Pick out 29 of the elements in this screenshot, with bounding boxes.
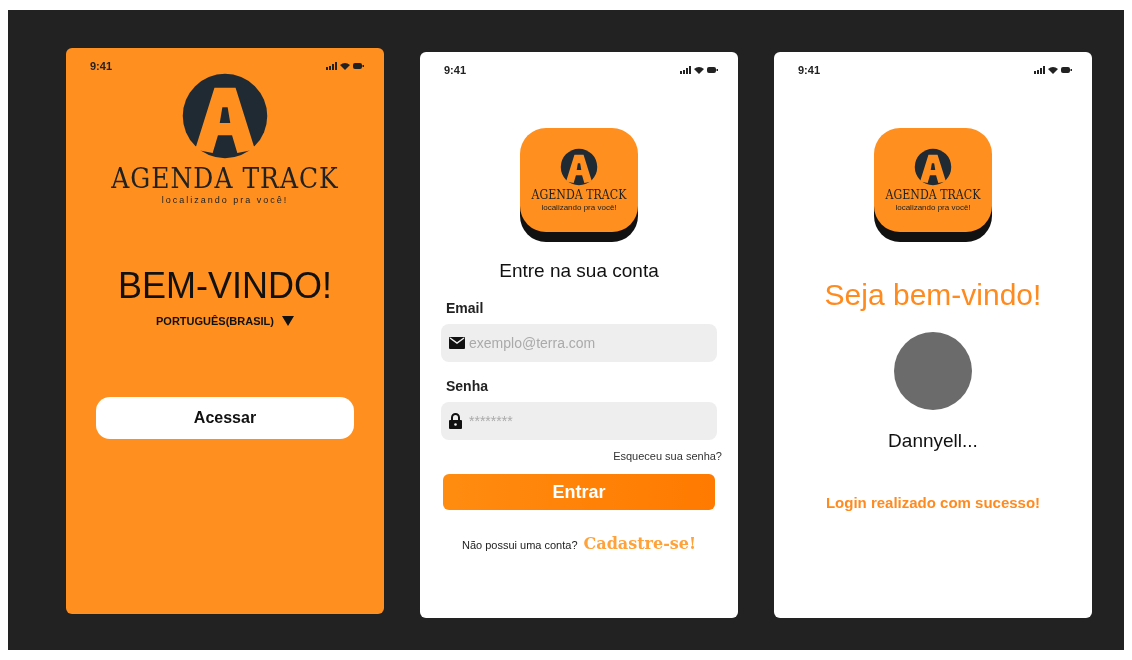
- welcome-heading: Seja bem-vindo!: [824, 278, 1042, 312]
- brand-tagline: localizando pra você!: [541, 203, 617, 212]
- status-icons: [680, 66, 718, 74]
- brand-name: AGENDA TRACK: [885, 187, 981, 202]
- letter-a-logo-icon: [914, 148, 952, 186]
- status-time: 9:41: [444, 64, 467, 76]
- status-icons: [326, 62, 364, 70]
- status-time: 9:41: [798, 64, 821, 76]
- welcome-heading: BEM-VINDO!: [118, 265, 332, 307]
- signup-prompt: Não possui uma conta?: [461, 539, 578, 551]
- language-selector[interactable]: PORTUGUÊS(BRASIL): [156, 315, 294, 327]
- letter-a-logo-icon: [560, 148, 598, 186]
- field-label: Email: [446, 300, 484, 316]
- status-time: 9:41: [90, 60, 113, 72]
- brand-tagline: localizando pra você!: [161, 195, 289, 205]
- success-message: Login realizado com sucesso!: [825, 494, 1041, 511]
- brand-tagline: localizando pra você!: [895, 203, 971, 212]
- login-heading: Entre na sua conta: [499, 260, 659, 282]
- letter-a-logo-icon: [181, 72, 269, 160]
- brand-name: AGENDA TRACK: [531, 187, 627, 202]
- brand-name: AGENDA TRACK: [111, 161, 339, 196]
- user-name: Dannyell...: [888, 430, 978, 452]
- forgot-password-link[interactable]: Esqueceu sua senha?: [613, 450, 722, 462]
- input-field[interactable]: ********: [441, 402, 717, 440]
- access-button[interactable]: Acessar: [96, 397, 354, 439]
- field-label: Senha: [446, 378, 488, 394]
- input-field[interactable]: exemplo@terra.com: [441, 324, 717, 362]
- status-icons: [1034, 66, 1072, 74]
- dropdown-triangle-icon: [281, 316, 294, 326]
